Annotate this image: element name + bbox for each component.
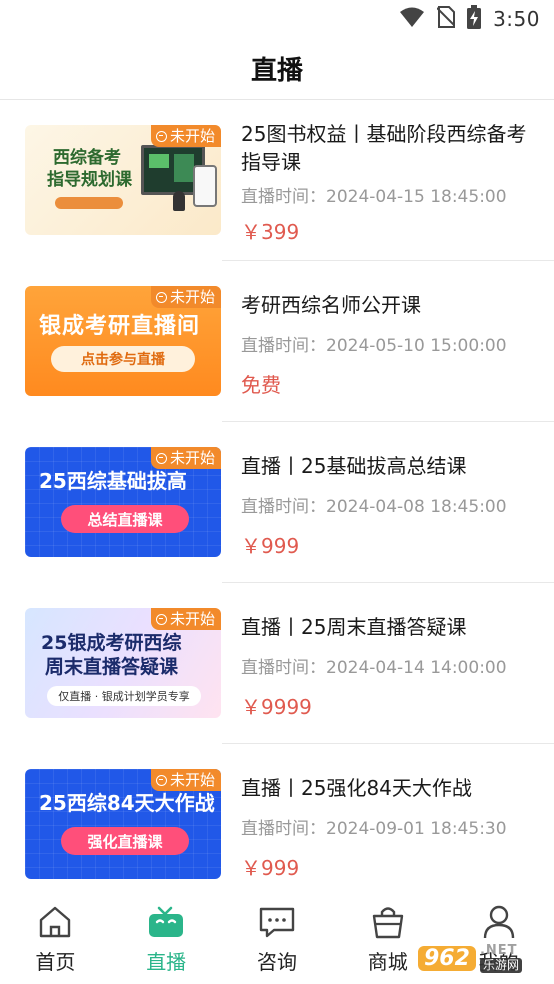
course-price: ￥999 bbox=[241, 534, 300, 558]
course-thumbnail: 西综备考 指导规划课 未开始 bbox=[25, 125, 221, 235]
teacher-illustration bbox=[173, 191, 185, 211]
course-price: 免费 bbox=[241, 373, 281, 397]
clock-icon bbox=[155, 452, 167, 464]
course-time: 直播时间：2024-04-08 18:45:00 bbox=[241, 497, 507, 517]
thumb-text: 25银成考研西综 bbox=[41, 632, 182, 654]
course-time: 直播时间：2024-04-14 14:00:00 bbox=[241, 658, 507, 678]
status-badge: 未开始 bbox=[150, 447, 221, 469]
wifi-icon bbox=[399, 6, 425, 32]
tab-label: 咨询 bbox=[256, 950, 297, 974]
status-badge: 未开始 bbox=[150, 286, 221, 308]
battery-charging-icon bbox=[467, 5, 482, 33]
thumb-button-text: 点击参与直播 bbox=[51, 346, 195, 372]
thumb-text: 银成考研直播间 bbox=[39, 314, 201, 339]
page-header: 直播 bbox=[0, 38, 554, 100]
course-title: 直播丨25强化84天大作战 bbox=[241, 776, 472, 800]
course-title: 直播丨25周末直播答疑课 bbox=[241, 615, 467, 639]
thumb-button-text: 强化直播课 bbox=[61, 827, 189, 855]
tab-label: 商城 bbox=[367, 950, 408, 974]
course-title: 直播丨25基础拔高总结课 bbox=[241, 454, 467, 478]
phone-illustration bbox=[193, 165, 217, 207]
thumb-text: 周末直播答疑课 bbox=[45, 656, 179, 678]
course-time: 直播时间：2024-09-01 18:45:30 bbox=[241, 819, 507, 839]
course-item[interactable]: 银成考研直播间 点击参与直播 未开始 考研西综名师公开课 直播时间：2024-0… bbox=[0, 261, 554, 422]
watermark-sub: 乐游网 bbox=[479, 958, 522, 973]
tab-home[interactable]: 首页 bbox=[0, 888, 111, 984]
course-time: 直播时间：2024-05-10 15:00:00 bbox=[241, 336, 507, 356]
thumb-text: 指导规划课 bbox=[47, 170, 132, 190]
course-thumbnail: 25西综84天大作战 强化直播课 未开始 bbox=[25, 769, 221, 879]
thumb-tagline: 仅直播 · 银成计划学员专享 bbox=[47, 686, 201, 706]
no-sim-icon bbox=[436, 6, 456, 32]
course-price: ￥399 bbox=[241, 220, 300, 244]
course-item[interactable]: 西综备考 指导规划课 未开始 25图书权益丨基础阶段西综备考指导课 直播时间：2… bbox=[0, 100, 554, 261]
course-thumbnail: 25西综基础拔高 总结直播课 未开始 bbox=[25, 447, 221, 557]
shopping-bag-icon bbox=[368, 902, 408, 942]
tab-label: 首页 bbox=[35, 950, 76, 974]
page-title: 直播 bbox=[250, 56, 303, 86]
course-thumbnail: 银成考研直播间 点击参与直播 未开始 bbox=[25, 286, 221, 396]
status-badge: 未开始 bbox=[150, 125, 221, 147]
live-course-list: 西综备考 指导规划课 未开始 25图书权益丨基础阶段西综备考指导课 直播时间：2… bbox=[0, 100, 554, 905]
course-item[interactable]: 25银成考研西综 周末直播答疑课 仅直播 · 银成计划学员专享 未开始 直播丨2… bbox=[0, 583, 554, 744]
clock-icon bbox=[155, 613, 167, 625]
chat-icon bbox=[257, 902, 297, 942]
clock-icon bbox=[155, 291, 167, 303]
clock-icon bbox=[155, 774, 167, 786]
watermark-brand: .NET bbox=[479, 943, 518, 958]
course-item[interactable]: 25西综基础拔高 总结直播课 未开始 直播丨25基础拔高总结课 直播时间：202… bbox=[0, 422, 554, 583]
tab-consult[interactable]: 咨询 bbox=[222, 888, 333, 984]
status-time: 3:50 bbox=[493, 7, 540, 31]
status-badge: 未开始 bbox=[150, 769, 221, 791]
course-item[interactable]: 25西综84天大作战 强化直播课 未开始 直播丨25强化84天大作战 直播时间：… bbox=[0, 744, 554, 905]
thumb-text: 25西综基础拔高 bbox=[39, 469, 187, 493]
course-price: ￥999 bbox=[241, 856, 300, 880]
course-time: 直播时间：2024-04-15 18:45:00 bbox=[241, 187, 507, 207]
course-thumbnail: 25银成考研西综 周末直播答疑课 仅直播 · 银成计划学员专享 未开始 bbox=[25, 608, 221, 718]
thumb-text: 西综备考 bbox=[53, 148, 121, 168]
course-price: ￥9999 bbox=[241, 695, 312, 719]
course-title: 25图书权益丨基础阶段西综备考指导课 bbox=[241, 122, 527, 174]
clock-icon bbox=[155, 130, 167, 142]
thumb-button-text: 总结直播课 bbox=[61, 505, 189, 533]
tab-label: 直播 bbox=[146, 950, 187, 974]
watermark-number: 962 bbox=[418, 945, 476, 971]
thumb-text: 25西综84天大作战 bbox=[39, 791, 215, 815]
course-title: 考研西综名师公开课 bbox=[241, 293, 421, 317]
watermark-logo: 962 .NET 乐游网 bbox=[418, 936, 550, 980]
tv-icon bbox=[146, 902, 186, 942]
thumb-decoration bbox=[55, 197, 123, 209]
home-icon bbox=[35, 902, 75, 942]
status-badge: 未开始 bbox=[150, 608, 221, 630]
status-bar: 3:50 bbox=[0, 0, 554, 38]
tab-live[interactable]: 直播 bbox=[111, 888, 222, 984]
